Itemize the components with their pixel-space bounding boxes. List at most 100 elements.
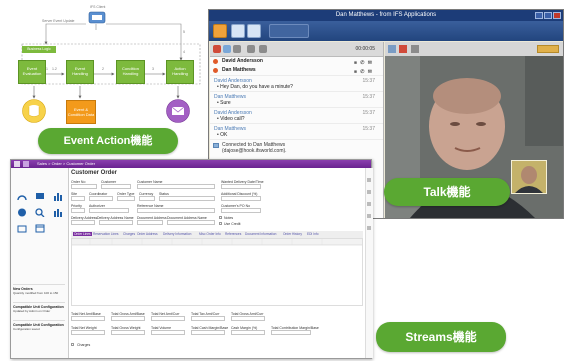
cash-margin-percent-input[interactable] [231, 330, 265, 335]
tab-misc-order-info[interactable]: Misc Order Info [199, 232, 221, 236]
priority-input[interactable] [71, 208, 85, 213]
edit-icon[interactable] [259, 45, 267, 53]
camera-icon[interactable] [411, 45, 419, 53]
home-button[interactable] [213, 24, 227, 38]
additional-discount-input[interactable] [221, 196, 261, 201]
chat-message: David Andersson 15:37 • Video call? [210, 107, 383, 123]
total-tax-curr-input[interactable] [191, 316, 225, 321]
total-net-base-input[interactable] [71, 316, 105, 321]
monitor-icon[interactable] [35, 188, 45, 199]
navigation-dropdown[interactable] [269, 24, 309, 38]
presence-icon [213, 59, 218, 64]
tab-order-address[interactable]: Order Address [137, 232, 158, 236]
back-button[interactable] [231, 24, 245, 38]
talk-window-title: Dan Matthews - from IFS Applications [335, 12, 437, 18]
stats-icon[interactable] [53, 204, 63, 217]
tab-charges[interactable]: Charges [123, 232, 135, 236]
tool-icon[interactable] [367, 226, 371, 230]
charges-label: Charges [77, 343, 91, 347]
tab-order-history[interactable]: Order History [283, 232, 302, 236]
video-icon[interactable] [223, 45, 231, 53]
search-icon[interactable] [35, 204, 45, 218]
stop-icon[interactable] [399, 45, 407, 53]
order-no-input[interactable] [71, 184, 97, 189]
document-address-input[interactable] [137, 220, 163, 225]
total-cash-margin-input[interactable] [191, 330, 225, 335]
window-icon[interactable] [35, 220, 45, 233]
event-condition-data-box: Event & Condition Data [66, 100, 96, 124]
tool-icon[interactable] [367, 202, 371, 206]
wanted-delivery-input[interactable] [221, 184, 261, 189]
tab-order-lines[interactable]: Order Lines [73, 232, 92, 236]
gauge-icon[interactable] [17, 188, 27, 201]
reference-name-input[interactable] [137, 208, 215, 213]
tab-delivery-information[interactable]: Delivery Information [163, 232, 191, 236]
customer-po-input[interactable] [221, 208, 261, 213]
document-address-name-input[interactable] [167, 220, 215, 225]
total-net-curr-input[interactable] [151, 316, 185, 321]
stream-feed-item[interactable]: Compatible Unit Configuration Updated by… [13, 302, 65, 313]
pause-icon[interactable] [388, 45, 396, 53]
customer-name-input[interactable] [137, 184, 215, 189]
mute-icon[interactable] [247, 45, 255, 53]
total-net-weight-input[interactable] [71, 330, 105, 335]
stream-feed-item[interactable]: New Orders Quantity modified from 100 to… [13, 284, 65, 295]
hangup-icon[interactable] [213, 45, 221, 53]
field-label: Use Credit [224, 222, 241, 226]
contact-name: Dan Matthews [222, 67, 256, 73]
total-gross-curr-input[interactable] [231, 316, 265, 321]
site-input[interactable] [71, 196, 85, 201]
view-toggle-buttons[interactable] [537, 45, 559, 53]
home-icon[interactable] [23, 161, 29, 167]
window-controls [535, 12, 561, 19]
globe-icon[interactable] [17, 204, 27, 217]
total-gross-weight-input[interactable] [111, 330, 145, 335]
order-type-input[interactable] [117, 196, 135, 201]
close-button[interactable] [553, 12, 561, 19]
tab-document-information[interactable]: Document Information [245, 232, 276, 236]
tool-icon[interactable] [367, 178, 371, 182]
message-time: 15:37 [362, 126, 375, 132]
delivery-address-name-input[interactable] [99, 220, 133, 225]
streams-sidebar: New Orders Quantity modified from 100 to… [11, 168, 69, 358]
customer-input[interactable] [101, 184, 131, 189]
stream-feed-item[interactable]: Compatible Unit Configuration Configurat… [13, 320, 65, 331]
status-input[interactable] [159, 196, 215, 201]
streams-nav-bar: Sales > Order > Customer Order [11, 160, 371, 168]
minimize-button[interactable] [535, 12, 543, 19]
currency-input[interactable] [139, 196, 155, 201]
total-volume-input[interactable] [151, 330, 185, 335]
message-time: 15:37 [362, 94, 375, 100]
order-lines-grid[interactable] [71, 238, 363, 306]
forward-button[interactable] [247, 24, 261, 38]
notes-checkbox[interactable] [219, 216, 222, 219]
total-contribution-margin-input[interactable] [271, 330, 311, 335]
talk-title-bar: Dan Matthews - from IFS Applications [209, 10, 563, 21]
folder-icon[interactable] [17, 220, 27, 233]
step-number-5: 5 [183, 30, 185, 34]
contact-item[interactable]: David Andersson ■ ✆ ✉ [210, 57, 383, 66]
grid-lines [72, 239, 362, 246]
tool-icon[interactable] [367, 190, 371, 194]
charges-checkbox[interactable] [71, 343, 74, 346]
breadcrumb: Sales > Order > Customer Order [37, 161, 96, 166]
transfer-icon[interactable] [233, 45, 241, 53]
coordinator-input[interactable] [89, 196, 113, 201]
bar-chart-icon[interactable] [53, 188, 63, 201]
self-view-thumbnail[interactable] [511, 160, 547, 194]
tool-icon[interactable] [367, 214, 371, 218]
use-credit-checkbox[interactable] [219, 222, 222, 225]
action-handling-box: Action Handling [166, 60, 194, 84]
contact-item[interactable]: Dan Matthews ■ ✆ ✉ [210, 66, 383, 75]
step-number-2: 2 [102, 67, 104, 71]
delivery-address-input[interactable] [71, 220, 95, 225]
maximize-button[interactable] [544, 12, 552, 19]
right-toolbar [365, 168, 373, 358]
total-gross-base-input[interactable] [111, 316, 145, 321]
authorizer-input[interactable] [89, 208, 129, 213]
chat-message: Dan Matthews 15:37 • Sure [210, 91, 383, 107]
tab-references[interactable]: References [225, 232, 241, 236]
tab-reservation-lines[interactable]: Reservation Lines [93, 232, 119, 236]
menu-icon[interactable] [14, 161, 20, 167]
tab-edi-info[interactable]: EDI Info [307, 232, 319, 236]
